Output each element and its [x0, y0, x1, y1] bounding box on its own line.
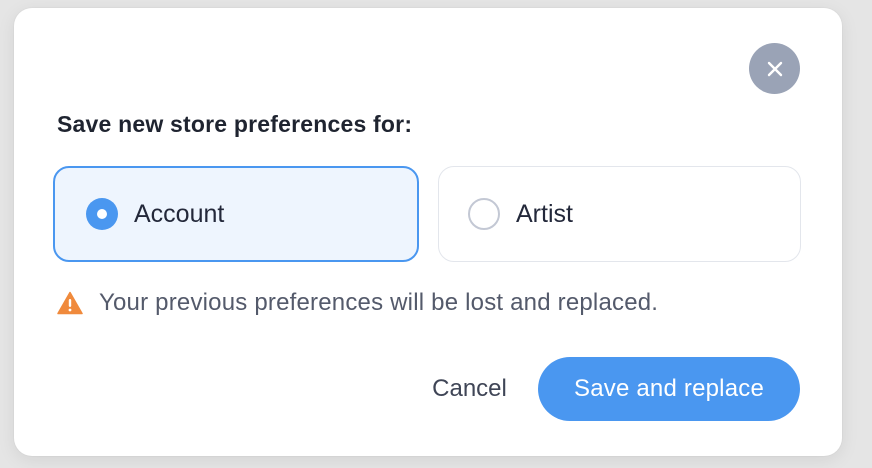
- save-preferences-dialog: Save new store preferences for: Account …: [14, 8, 842, 456]
- warning-message: Your previous preferences will be lost a…: [57, 289, 658, 317]
- save-and-replace-button[interactable]: Save and replace: [538, 357, 800, 421]
- close-icon: [767, 61, 782, 76]
- option-artist-label: Artist: [516, 199, 573, 228]
- warning-text: Your previous preferences will be lost a…: [99, 289, 659, 316]
- radio-account-checked[interactable]: [86, 198, 118, 230]
- option-account-label: Account: [134, 199, 225, 228]
- cancel-button[interactable]: Cancel: [418, 359, 521, 419]
- option-artist[interactable]: Artist: [438, 166, 801, 262]
- radio-dot: [97, 209, 107, 219]
- close-button[interactable]: [749, 43, 800, 94]
- warning-triangle-icon: [57, 291, 83, 315]
- option-account[interactable]: Account: [53, 166, 419, 262]
- radio-artist-unchecked[interactable]: [468, 198, 500, 230]
- dialog-title: Save new store preferences for:: [57, 111, 413, 137]
